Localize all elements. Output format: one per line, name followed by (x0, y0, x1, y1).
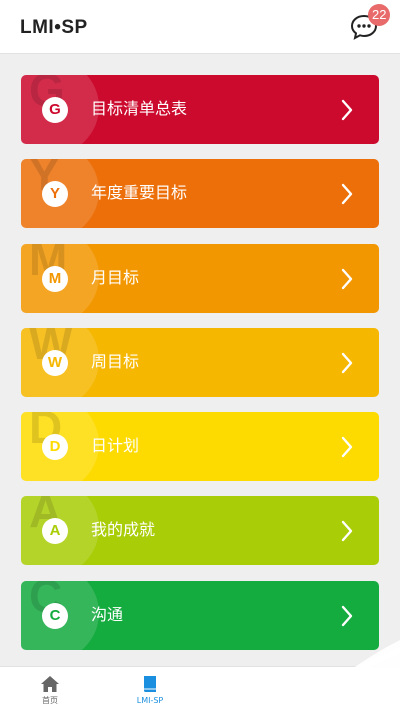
card-weekly-goals[interactable]: W W 周目标 (21, 327, 379, 397)
card-label: 沟通 (91, 604, 124, 624)
card-label: 目标清单总表 (91, 99, 188, 118)
card-label: 月目标 (91, 267, 140, 287)
card-label: 周目标 (91, 351, 140, 371)
chevron-right-icon (341, 352, 353, 374)
chevron-right-icon (341, 268, 353, 289)
card-annual-goals[interactable]: Y Y 年度重要目标 (21, 159, 379, 229)
app-title: LMI•SP (20, 17, 88, 38)
message-count-badge: 22 (368, 4, 391, 26)
card-daily-plan[interactable]: D D 日计划 (21, 412, 379, 482)
goal-menu-list: G G 目标清单总表 Y Y 年度重要目标 M M 月目标 W W 周目标 D … (21, 75, 379, 665)
tab-home-label: 首页 (42, 696, 58, 705)
card-letter-badge: W (42, 349, 68, 376)
chevron-right-icon (341, 99, 353, 121)
card-goal-list[interactable]: G G 目标清单总表 (21, 75, 379, 144)
book-icon (144, 676, 156, 692)
chevron-right-icon (341, 521, 353, 542)
card-label: 我的成就 (91, 520, 156, 540)
messages-button[interactable]: 22 (350, 4, 391, 42)
home-icon (41, 676, 59, 692)
card-letter-badge: D (42, 434, 68, 461)
card-letter-badge: G (42, 97, 68, 123)
card-label: 年度重要目标 (91, 183, 188, 203)
tab-lmisp-label: LMI-SP (136, 696, 164, 705)
chevron-right-icon (341, 184, 353, 205)
app-header: LMI•SP 22 (0, 0, 400, 54)
watermark-swoosh (268, 640, 400, 711)
card-label: 日计划 (91, 436, 140, 456)
tab-lmisp[interactable]: LMI-SP (100, 667, 200, 711)
card-letter-badge: M (42, 265, 68, 292)
tab-home[interactable]: 首页 (0, 667, 100, 711)
card-letter-badge: C (42, 602, 68, 629)
chevron-right-icon (341, 436, 353, 458)
card-monthly-goals[interactable]: M M 月目标 (21, 243, 379, 313)
card-achievements[interactable]: A A 我的成就 (21, 496, 379, 566)
